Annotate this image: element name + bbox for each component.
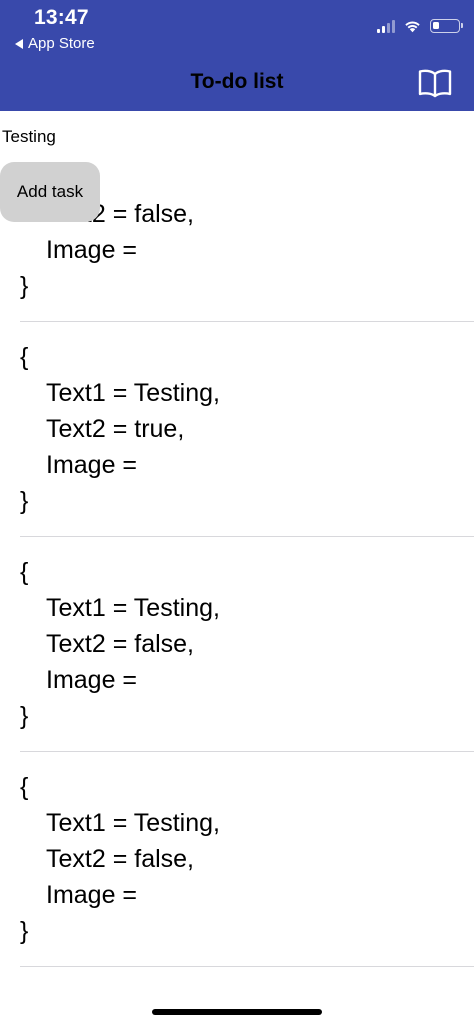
close-brace: }: [20, 487, 29, 515]
wifi-icon: [405, 21, 420, 33]
list-divider: [20, 966, 474, 967]
image-line: Image =: [46, 881, 138, 909]
home-indicator[interactable]: [152, 1009, 322, 1015]
list-item: { Text1 = Testing, Text2 = false, Image …: [20, 769, 474, 949]
text1-line: Text1 = Testing,: [46, 379, 220, 407]
list-item: { Text1 = Testing, Text2 = true, Image =…: [20, 339, 474, 519]
open-brace: {: [20, 343, 29, 371]
navigation-header: 13:47 App Store To-do list: [0, 0, 474, 111]
image-line: Image =: [46, 666, 138, 694]
page-title: To-do list: [190, 70, 284, 93]
text1-line: Text1 = Testing,: [46, 809, 220, 837]
text2-line: Text2 = true,: [46, 415, 185, 443]
book-icon-button[interactable]: [418, 68, 452, 98]
list-divider: [20, 321, 474, 322]
text2-line: Text2 = false,: [46, 630, 194, 658]
list-divider: [20, 536, 474, 537]
add-task-button[interactable]: Add task: [0, 162, 100, 222]
back-arrow-icon: [15, 38, 23, 49]
battery-icon: [430, 19, 463, 33]
image-line: Image =: [46, 451, 138, 479]
close-brace: }: [20, 702, 29, 730]
close-brace: }: [20, 272, 29, 300]
text1-line: Text1 = Testing,: [46, 594, 220, 622]
task-text-input[interactable]: Testing: [2, 127, 56, 147]
task-list: Text2 = false, Image = } { Text1 = Testi…: [0, 196, 474, 984]
book-icon: [418, 69, 452, 98]
status-icons: [377, 19, 463, 33]
back-to-app-store-link[interactable]: App Store: [15, 35, 95, 52]
battery-level-fill: [433, 22, 439, 29]
list-item: { Text1 = Testing, Text2 = false, Image …: [20, 554, 474, 734]
back-link-label: App Store: [28, 35, 95, 52]
list-divider: [20, 751, 474, 752]
image-line: Image =: [46, 236, 138, 264]
text2-line: Text2 = false,: [46, 845, 194, 873]
close-brace: }: [20, 917, 29, 945]
open-brace: {: [20, 773, 29, 801]
status-time: 13:47: [34, 6, 89, 29]
open-brace: {: [20, 558, 29, 586]
cellular-signal-icon: [377, 19, 395, 33]
